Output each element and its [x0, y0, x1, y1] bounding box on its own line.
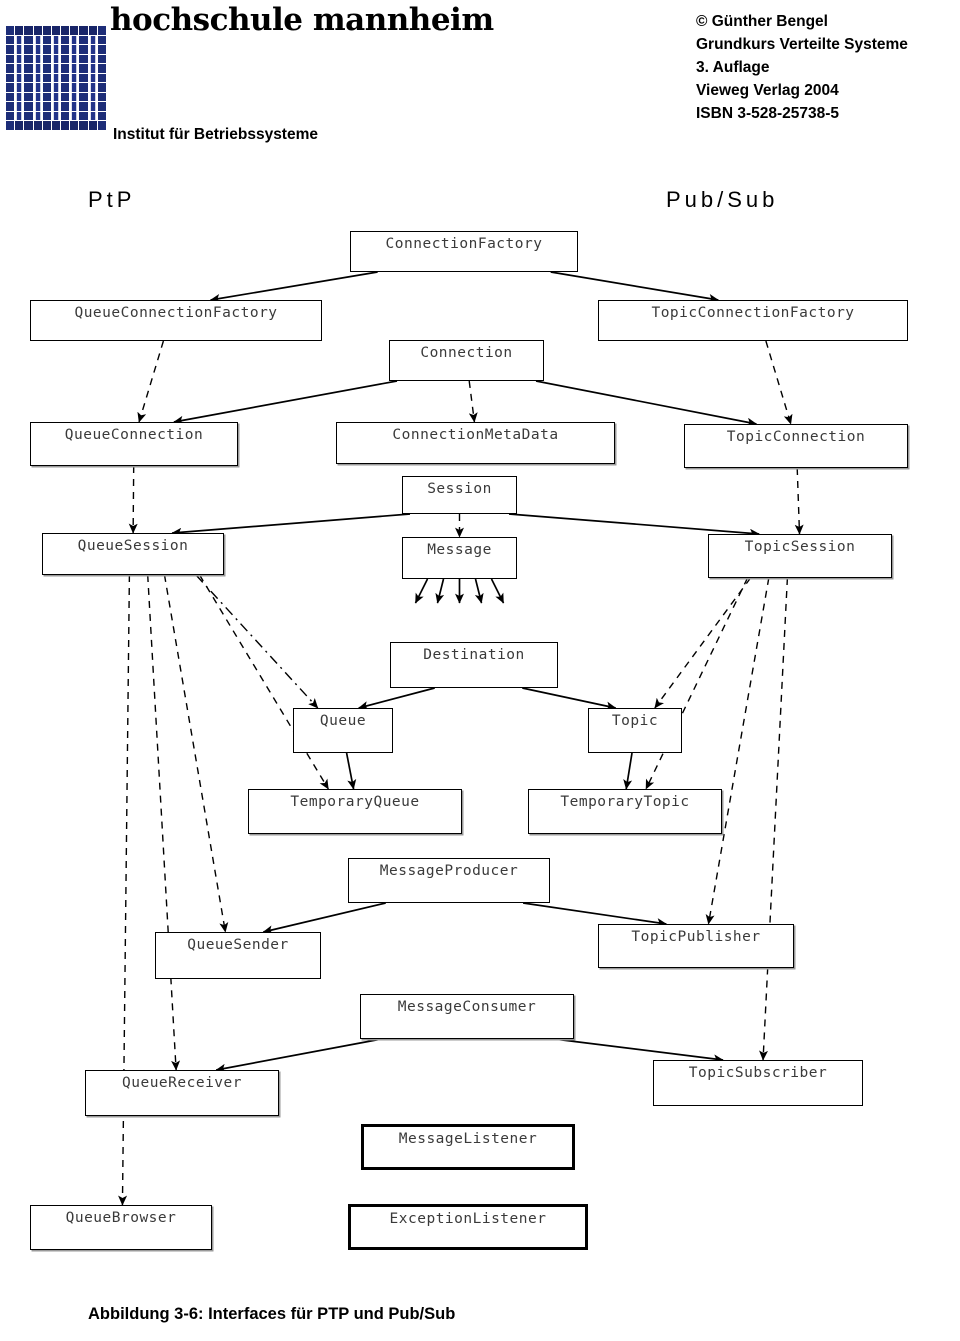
edge-topicconnection-to-topicsession: [794, 467, 804, 535]
node-queue: Queue: [293, 708, 393, 753]
edge-topicsession-to-topicpublisher: [705, 577, 770, 925]
node-topicconnection: TopicConnection: [684, 424, 908, 468]
node-label: TopicConnection: [726, 429, 866, 445]
node-message: Message: [402, 537, 517, 579]
node-queuesender: QueueSender: [155, 932, 321, 979]
node-topic: Topic: [588, 708, 682, 753]
node-label: TopicSubscriber: [688, 1065, 828, 1081]
edge-queuesession-to-temporaryqueue: [199, 574, 329, 790]
node-label: QueueConnection: [64, 427, 204, 443]
edge-connectionfactory-to-queueconnectionfactory: [209, 271, 378, 303]
edge-messageconsumer-to-queuereceiver: [215, 1038, 382, 1073]
node-label: TopicConnectionFactory: [651, 305, 855, 321]
edge-connection-to-queueconnection: [173, 380, 398, 425]
node-label: QueueSender: [187, 937, 289, 953]
node-label: Message: [427, 542, 492, 558]
edge-message-fanout-3: [474, 578, 484, 604]
edge-topicsession-to-topicsubscriber: [759, 577, 789, 1061]
edge-messageproducer-to-queuesender: [262, 902, 386, 935]
node-topicsession: TopicSession: [708, 534, 892, 578]
node-messageconsumer: MessageConsumer: [360, 994, 574, 1039]
node-label: TopicSession: [744, 539, 856, 555]
node-messagelistener: MessageListener: [361, 1124, 575, 1170]
node-label: ExceptionListener: [389, 1211, 547, 1227]
node-queueconnectionfactory: QueueConnectionFactory: [30, 300, 322, 341]
node-label: MessageConsumer: [397, 999, 537, 1015]
node-label: ConnectionMetaData: [392, 427, 559, 443]
edge-topicsession-to-temporarytopic: [645, 577, 749, 790]
node-label: QueueReceiver: [122, 1075, 242, 1091]
edge-messageproducer-to-topicpublisher: [522, 902, 667, 928]
node-label: TemporaryTopic: [560, 794, 690, 810]
node-messageproducer: MessageProducer: [348, 858, 550, 903]
node-label: QueueBrowser: [65, 1210, 177, 1226]
edge-messageconsumer-to-topicsubscriber: [554, 1038, 724, 1064]
edge-connection-to-topicconnection: [535, 380, 758, 427]
edge-destination-to-topic: [522, 687, 617, 711]
node-queueconnection: QueueConnection: [30, 422, 238, 466]
node-label: Session: [427, 481, 492, 497]
node-label: QueueConnectionFactory: [74, 305, 278, 321]
edge-queueconnection-to-queuesession: [128, 465, 138, 534]
edge-topicconnectionfactory-to-topicconnection: [765, 340, 793, 425]
node-temporaryqueue: TemporaryQueue: [248, 789, 462, 834]
node-topicpublisher: TopicPublisher: [598, 924, 794, 968]
node-exceptionlistener: ExceptionListener: [348, 1204, 588, 1250]
node-temporarytopic: TemporaryTopic: [528, 789, 722, 834]
edge-session-to-topicsession: [508, 513, 760, 538]
node-label: ConnectionFactory: [385, 236, 543, 252]
edge-queueconnectionfactory-to-queueconnection: [137, 340, 165, 423]
edge-session-to-queuesession: [171, 513, 411, 537]
node-label: Topic: [611, 713, 659, 729]
node-label: MessageProducer: [379, 863, 519, 879]
node-session: Session: [402, 476, 517, 514]
node-connection: Connection: [389, 340, 544, 381]
node-label: Queue: [319, 713, 367, 729]
edge-connectionfactory-to-topicconnectionfactory: [550, 271, 719, 303]
node-queuesession: QueueSession: [42, 533, 224, 575]
node-connectionfactory: ConnectionFactory: [350, 231, 578, 272]
figure-caption: Abbildung 3-6: Interfaces für PTP und Pu…: [88, 1305, 456, 1323]
node-queuereceiver: QueueReceiver: [85, 1070, 279, 1116]
node-topicsubscriber: TopicSubscriber: [653, 1060, 863, 1106]
node-label: TemporaryQueue: [290, 794, 420, 810]
edge-message-fanout-4: [490, 578, 505, 604]
edge-topic-to-temporarytopic: [623, 752, 633, 790]
edge-connection-to-connectionmetadata: [468, 380, 478, 423]
node-label: TopicPublisher: [631, 929, 761, 945]
edge-topicsession-to-topic: [654, 577, 752, 709]
edge-queuesession-to-queue: [195, 574, 319, 709]
edge-queuesession-to-queuereceiver: [147, 574, 181, 1071]
node-queuebrowser: QueueBrowser: [30, 1205, 212, 1250]
edge-message-fanout-0: [414, 578, 429, 604]
node-label: Destination: [423, 647, 525, 663]
edge-queue-to-temporaryqueue: [345, 752, 357, 790]
node-label: MessageListener: [398, 1131, 538, 1147]
node-topicconnectionfactory: TopicConnectionFactory: [598, 300, 908, 341]
node-label: QueueSession: [77, 538, 189, 554]
edge-message-fanout-1: [435, 578, 445, 604]
node-destination: Destination: [390, 642, 558, 688]
node-connectionmetadata: ConnectionMetaData: [336, 422, 615, 464]
node-label: Connection: [420, 345, 513, 361]
edge-destination-to-queue: [358, 687, 435, 710]
edge-queuesession-to-queuesender: [163, 574, 229, 933]
